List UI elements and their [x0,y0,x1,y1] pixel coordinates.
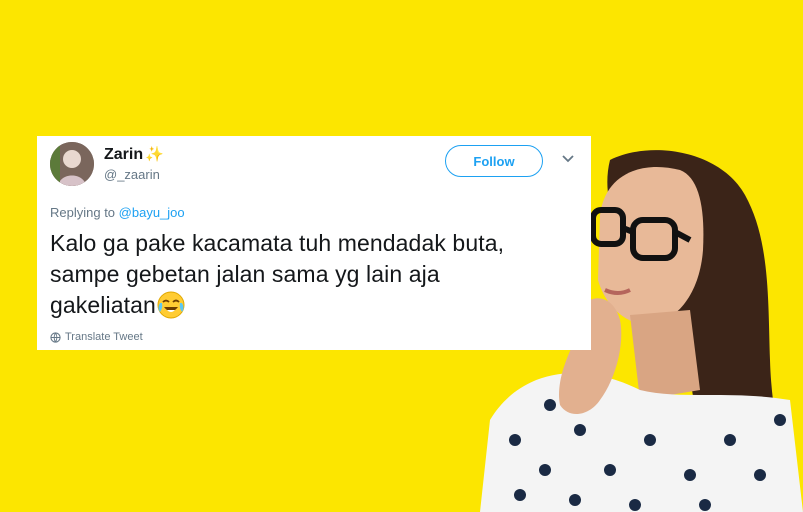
tweet-card: Zarin ✨ @_zaarin Follow Replying to @bayu… [37,136,591,350]
tweet-text: Kalo ga pake kacamata tuh mendadak buta,… [50,228,578,321]
user-handle[interactable]: @_zaarin [104,167,160,182]
reply-to-link[interactable]: @bayu_joo [119,205,185,220]
tweet-line-3: gakeliatan [50,290,578,321]
replying-to: Replying to @bayu_joo [50,205,185,220]
display-name[interactable]: Zarin ✨ [104,145,164,164]
translate-tweet[interactable]: Translate Tweet [50,331,143,343]
tweet-line-2: sampe gebetan jalan sama yg lain aja [50,261,440,287]
globe-icon [50,331,61,343]
avatar[interactable] [50,142,94,186]
reply-prefix: Replying to [50,205,116,220]
follow-button[interactable]: Follow [445,145,543,177]
sparkles-icon: ✨ [145,146,164,163]
chevron-down-icon[interactable] [561,154,575,164]
translate-label[interactable]: Translate Tweet [65,331,143,343]
woman-neck [630,310,700,400]
face-with-tears-of-joy-icon [157,291,185,319]
tweet-line-1: Kalo ga pake kacamata tuh mendadak buta, [50,230,505,256]
